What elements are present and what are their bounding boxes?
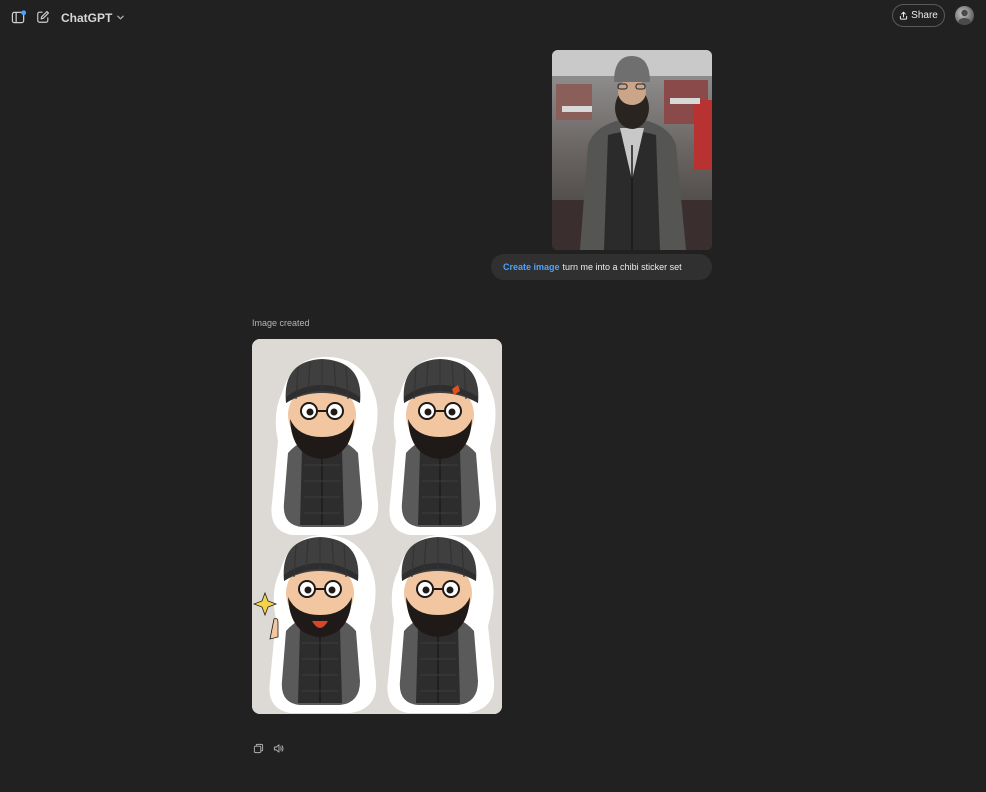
prompt-text: turn me into a chibi sticker set bbox=[562, 262, 682, 272]
user-prompt-bubble: Create image turn me into a chibi sticke… bbox=[491, 254, 712, 280]
copy-icon[interactable] bbox=[252, 742, 264, 754]
share-label: Share bbox=[911, 10, 938, 21]
model-switcher[interactable]: ChatGPT bbox=[61, 9, 125, 27]
generated-sticker-image[interactable] bbox=[252, 339, 502, 714]
avatar[interactable] bbox=[955, 6, 974, 25]
create-image-tag[interactable]: Create image bbox=[503, 262, 560, 272]
chevron-down-icon bbox=[116, 9, 125, 27]
read-aloud-icon[interactable] bbox=[272, 742, 284, 754]
top-bar: ChatGPT Share bbox=[0, 0, 986, 34]
image-created-label: Image created bbox=[252, 318, 310, 328]
share-button[interactable]: Share bbox=[892, 4, 945, 27]
sidebar-toggle-icon[interactable] bbox=[8, 7, 28, 27]
share-upload-icon bbox=[899, 7, 908, 25]
message-actions bbox=[252, 742, 284, 754]
new-chat-icon[interactable] bbox=[33, 7, 53, 27]
user-uploaded-photo[interactable] bbox=[552, 50, 712, 250]
model-name: ChatGPT bbox=[61, 11, 113, 25]
